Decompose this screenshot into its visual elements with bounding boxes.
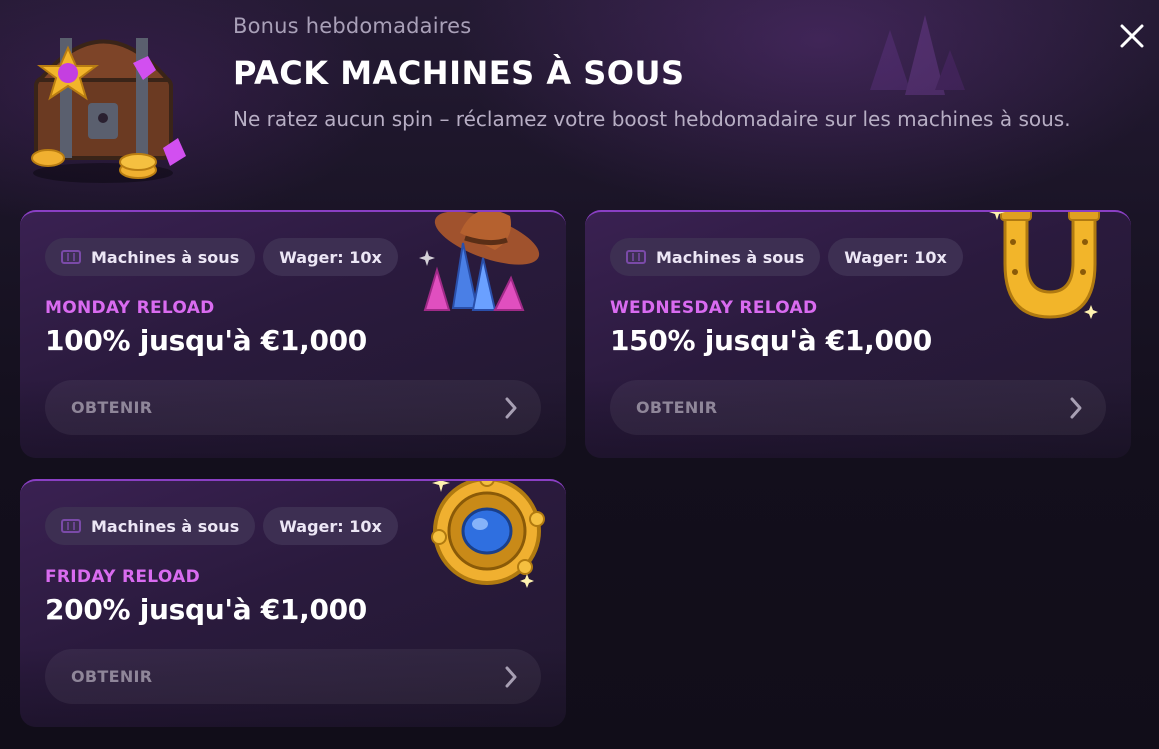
chip-row: Machines à sous Wager: 10x	[45, 507, 398, 545]
bonus-card-monday: Machines à sous Wager: 10x MONDAY RELOAD…	[20, 210, 566, 458]
slot-machine-icon	[61, 519, 81, 533]
reload-label: WEDNESDAY RELOAD	[610, 298, 818, 318]
wager-chip: Wager: 10x	[263, 238, 398, 276]
golden-horseshoe-icon	[989, 212, 1100, 319]
category-chip: Machines à sous	[45, 238, 256, 276]
chip-row: Machines à sous Wager: 10x	[45, 238, 398, 276]
chevron-right-icon	[505, 397, 517, 418]
header-subtitle: Ne ratez aucun spin – réclamez votre boo…	[233, 107, 1071, 131]
page-title: PACK MACHINES À SOUS	[233, 54, 685, 92]
wager-chip-label: Wager: 10x	[279, 247, 382, 267]
claim-button[interactable]: OBTENIR	[45, 380, 541, 435]
category-chip: Machines à sous	[610, 238, 821, 276]
claim-button-label: OBTENIR	[71, 398, 153, 417]
claim-button-label: OBTENIR	[71, 667, 153, 686]
wager-chip-label: Wager: 10x	[279, 516, 382, 536]
claim-button[interactable]: OBTENIR	[610, 380, 1106, 435]
treasure-chest-icon	[31, 38, 186, 183]
slot-machine-icon	[626, 250, 646, 264]
header-eyebrow: Bonus hebdomadaires	[233, 14, 472, 38]
cowboy-hat-crystals-icon	[419, 212, 540, 311]
sapphire-amulet-icon	[431, 481, 545, 588]
wager-chip-label: Wager: 10x	[844, 247, 947, 267]
slot-machine-icon	[61, 250, 81, 264]
claim-button[interactable]: OBTENIR	[45, 649, 541, 704]
reload-label: FRIDAY RELOAD	[45, 567, 200, 587]
header: Bonus hebdomadaires PACK MACHINES À SOUS…	[233, 14, 1113, 138]
wager-chip: Wager: 10x	[263, 507, 398, 545]
category-chip: Machines à sous	[45, 507, 256, 545]
claim-button-label: OBTENIR	[636, 398, 718, 417]
chevron-right-icon	[1070, 397, 1082, 418]
wager-chip: Wager: 10x	[828, 238, 963, 276]
category-chip-label: Machines à sous	[91, 516, 240, 536]
reload-label: MONDAY RELOAD	[45, 298, 215, 318]
bonus-card-friday: Machines à sous Wager: 10x FRIDAY RELOAD…	[20, 479, 566, 727]
close-icon[interactable]	[1114, 18, 1150, 54]
offer-text: 100% jusqu'à €1,000	[45, 324, 367, 357]
chevron-right-icon	[505, 666, 517, 687]
category-chip-label: Machines à sous	[91, 247, 240, 267]
offer-text: 150% jusqu'à €1,000	[610, 324, 932, 357]
offer-text: 200% jusqu'à €1,000	[45, 593, 367, 626]
chip-row: Machines à sous Wager: 10x	[610, 238, 963, 276]
bonus-card-wednesday: Machines à sous Wager: 10x WEDNESDAY REL…	[585, 210, 1131, 458]
category-chip-label: Machines à sous	[656, 247, 805, 267]
